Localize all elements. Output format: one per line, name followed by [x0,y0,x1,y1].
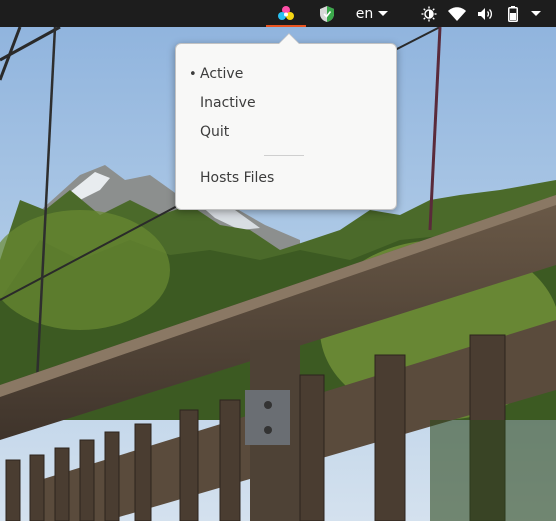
menu-item-quit[interactable]: Quit [176,119,396,145]
wifi-icon [448,6,466,21]
volume-indicator[interactable] [474,0,496,27]
popup-arrow [279,34,299,44]
menu-item-label: Quit [200,124,230,140]
menu-item-active[interactable]: • Active [176,61,396,87]
app-indicator-menu: • Active Inactive Quit Hosts Files [175,43,397,210]
system-menu-button[interactable] [527,0,545,27]
menu-item-label: Active [200,66,244,82]
shield-check-icon [320,5,334,22]
chevron-down-icon [531,11,541,16]
app-indicator-button[interactable] [271,0,301,27]
menu-item-hosts-files[interactable]: Hosts Files [176,165,396,191]
menu-separator [264,155,304,156]
battery-indicator[interactable] [504,0,522,27]
active-indicator-underline [266,25,306,27]
volume-icon [477,7,492,20]
shield-indicator-button[interactable] [314,0,340,27]
top-panel: en [0,0,556,27]
radio-bullet-icon: • [189,66,197,82]
language-selector[interactable]: en [352,0,392,27]
brightness-icon [421,6,437,21]
battery-icon [508,5,518,22]
chevron-down-icon [378,11,389,16]
wifi-indicator[interactable] [446,0,468,27]
menu-item-label: Hosts Files [200,170,275,186]
menu-item-inactive[interactable]: Inactive [176,90,396,116]
brightness-indicator[interactable] [418,0,440,27]
language-label: en [355,5,374,22]
tricolor-hexagon-icon [278,5,294,20]
menu-item-label: Inactive [200,95,256,111]
